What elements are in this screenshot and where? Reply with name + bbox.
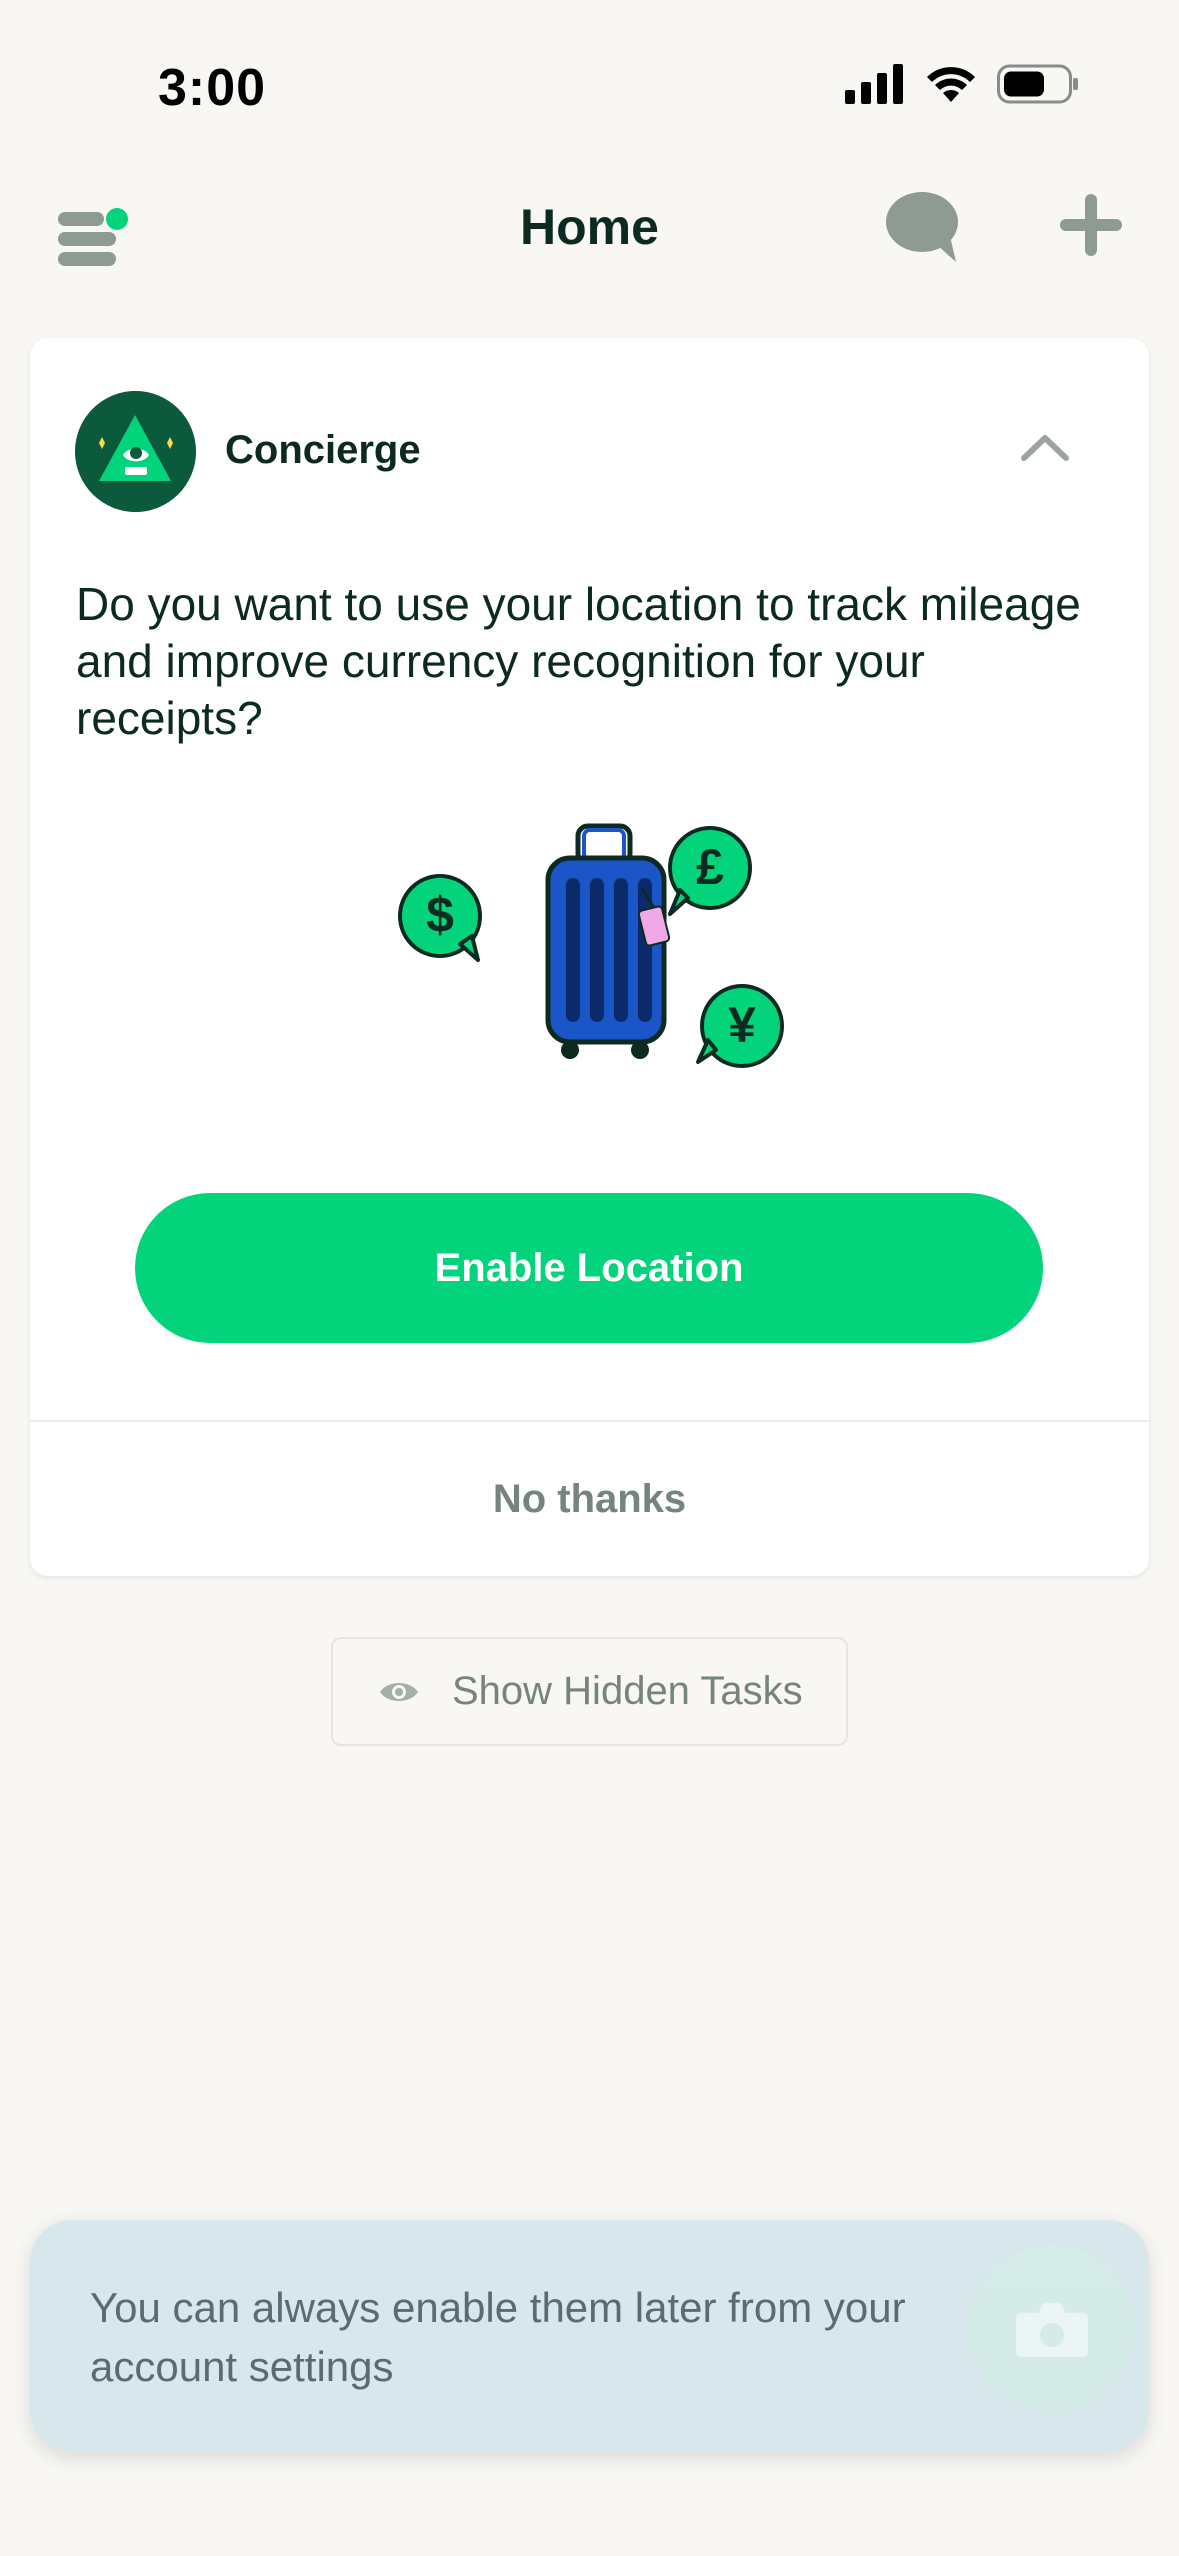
chat-button[interactable] (884, 188, 964, 268)
concierge-pyramid-icon (75, 391, 196, 512)
card-question: Do you want to use your location to trac… (76, 578, 1081, 744)
yen-bubble-icon: ¥ (696, 984, 784, 1068)
camera-button[interactable] (968, 2245, 1136, 2413)
status-icons (845, 64, 1079, 104)
suitcase-illustration: $ £ ¥ (398, 818, 798, 1118)
collapse-button[interactable] (1010, 418, 1080, 478)
plus-icon (1060, 194, 1122, 256)
header: Home (0, 170, 1179, 285)
chevron-up-icon (1021, 435, 1069, 461)
wifi-icon (927, 67, 975, 102)
no-thanks-button[interactable]: No thanks (30, 1422, 1149, 1576)
show-hidden-tasks-label: Show Hidden Tasks (452, 1669, 803, 1713)
add-button[interactable] (1058, 192, 1124, 258)
card-sender-name: Concierge (225, 428, 421, 472)
enable-location-button[interactable]: Enable Location (135, 1193, 1043, 1343)
battery-icon (997, 64, 1078, 104)
toast-message: You can always enable them later from yo… (90, 2284, 906, 2390)
dollar-bubble-icon: $ (398, 874, 482, 962)
svg-text:£: £ (696, 839, 724, 895)
show-hidden-tasks-button[interactable]: Show Hidden Tasks (331, 1637, 848, 1746)
eye-icon (380, 1682, 418, 1701)
concierge-avatar (75, 391, 196, 512)
svg-text:$: $ (426, 887, 454, 943)
camera-icon (1016, 2303, 1088, 2357)
pound-bubble-icon: £ (668, 826, 752, 916)
status-time: 3:00 (158, 59, 267, 117)
status-bar: 3:00 (0, 0, 1179, 170)
toast-notification: You can always enable them later from yo… (30, 2220, 1149, 2452)
svg-text:¥: ¥ (728, 997, 756, 1053)
concierge-task-card: Concierge Do you want to use your locati… (30, 338, 1149, 1576)
chat-icon (886, 192, 958, 262)
cellular-signal-icon (845, 64, 903, 104)
page-title: Home (520, 199, 659, 255)
